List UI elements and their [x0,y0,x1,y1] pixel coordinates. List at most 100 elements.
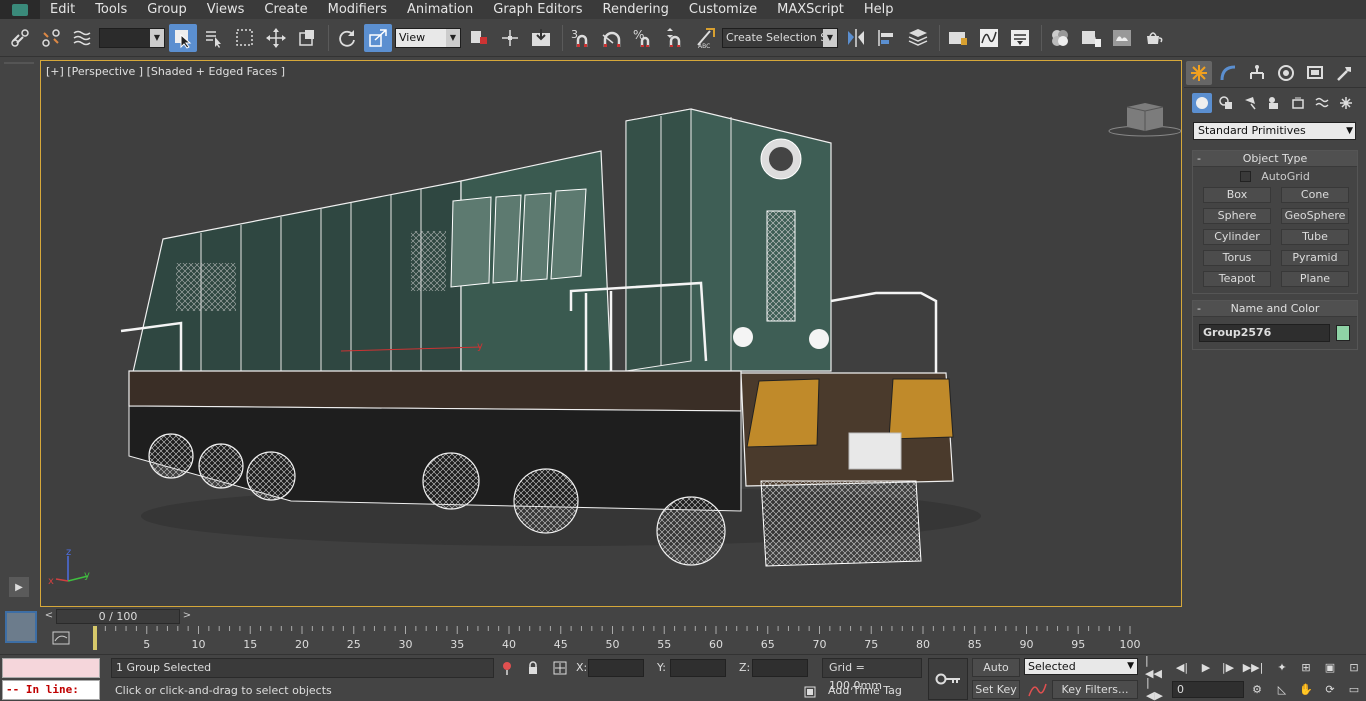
selection-filter-dropdown[interactable]: ▼ [99,27,165,48]
helpers-icon[interactable] [1288,93,1308,113]
track-ruler[interactable]: 5 10 15 20 25 30 35 40 45 50 55 60 65 70 75 80 85 90 95 100 [92,626,1182,654]
key-mode-icon[interactable] [928,658,968,700]
rect-selection-icon[interactable] [231,24,259,52]
utilities-tab-icon[interactable] [1331,61,1357,85]
cylinder-button[interactable]: Cylinder [1203,229,1271,245]
bind-space-warp-icon[interactable] [68,24,96,52]
modify-tab-icon[interactable] [1215,61,1241,85]
z-coordinate-field[interactable] [752,659,808,677]
zoom-icon[interactable]: ✦ [1272,658,1292,676]
zoom-extents-all-icon[interactable]: ⊡ [1344,658,1364,676]
time-slider[interactable]: < 0 / 100 > [40,608,1182,626]
box-button[interactable]: Box [1203,187,1271,203]
snap-icon[interactable]: 3 [567,24,595,52]
key-filter-curve-icon[interactable] [1026,680,1048,699]
perspective-viewport[interactable]: [+] [Perspective ] [Shaded + Edged Faces… [40,60,1182,607]
menu-views[interactable]: Views [197,0,255,19]
edit-named-sel-icon[interactable]: ABC [691,24,719,52]
link-icon[interactable] [6,24,34,52]
maximize-viewport-icon[interactable]: ▭ [1344,680,1364,698]
rotate-icon[interactable] [333,24,361,52]
percent-snap-icon[interactable]: % [629,24,657,52]
y-coordinate-field[interactable] [670,659,726,677]
locomotive-model[interactable]: y [41,61,1182,607]
material-editor-icon[interactable] [1046,24,1074,52]
autogrid-checkbox[interactable] [1240,170,1252,182]
pivot-icon[interactable] [465,24,493,52]
auto-key-button[interactable]: Auto Key [972,658,1020,691]
mirror-icon[interactable] [842,24,870,52]
name-color-header[interactable]: - Name and Color [1193,301,1357,317]
lights-icon[interactable] [1240,93,1260,113]
menu-maxscript[interactable]: MAXScript [767,0,854,19]
select-by-name-icon[interactable] [200,24,228,52]
angle-snap-icon[interactable] [598,24,626,52]
move-icon[interactable] [262,24,290,52]
expand-play-button[interactable]: ▶ [9,577,29,597]
menu-modifiers[interactable]: Modifiers [318,0,397,19]
play-icon[interactable]: ▶ [1196,658,1216,676]
zoom-extents-icon[interactable]: ▣ [1320,658,1340,676]
schematic-view-icon[interactable] [1006,24,1034,52]
create-tab-icon[interactable] [1186,60,1212,85]
time-slider-next[interactable]: > [181,609,193,623]
scale-active-icon[interactable] [364,23,392,52]
menu-edit[interactable]: Edit [40,0,85,19]
menu-help[interactable]: Help [854,0,904,19]
curve-editor-mini-icon[interactable] [52,630,70,646]
maxscript-listener-input[interactable] [2,658,100,678]
time-slider-thumb[interactable]: 0 / 100 [56,609,180,624]
primitive-type-dropdown[interactable]: Standard Primitives ▼ [1193,122,1356,140]
maxscript-listener-output[interactable]: -- In line: [2,680,100,700]
object-type-header[interactable]: - Object Type [1193,151,1357,167]
current-frame-field[interactable]: 0 [1172,681,1244,698]
cameras-icon[interactable] [1264,93,1284,113]
menu-tools[interactable]: Tools [85,0,137,19]
teapot-button[interactable]: Teapot [1203,271,1271,287]
key-mode-dropdown[interactable]: Selected ▼ [1024,658,1138,675]
add-time-tag[interactable]: Add Time Tag [822,682,922,700]
render-icon[interactable] [1139,24,1167,52]
tube-button[interactable]: Tube [1281,229,1349,245]
menu-graph-editors[interactable]: Graph Editors [483,0,592,19]
field-of-view-icon[interactable]: ◺ [1272,680,1292,698]
shapes-icon[interactable] [1216,93,1236,113]
plane-button[interactable]: Plane [1281,271,1349,287]
named-selection-dropdown[interactable]: Create Selection Se ▼ [722,27,838,48]
scale-icon[interactable] [293,24,321,52]
menu-animation[interactable]: Animation [397,0,483,19]
menu-rendering[interactable]: Rendering [593,0,679,19]
menu-customize[interactable]: Customize [679,0,767,19]
key-mode-toggle-icon[interactable]: |◀▶ [1146,676,1166,701]
isolate-selection-icon[interactable] [499,660,515,676]
viewport-layout-button[interactable] [5,611,37,643]
app-logo[interactable] [0,0,40,19]
selection-lock-icon[interactable] [525,660,541,676]
track-bar[interactable]: 5 10 15 20 25 30 35 40 45 50 55 60 65 70 75 80 85 90 95 100 [40,626,1182,654]
manipulate-icon[interactable] [496,24,524,52]
graphite-icon[interactable] [944,24,972,52]
time-slider-prev[interactable]: < [43,609,55,623]
absolute-mode-icon[interactable] [552,660,568,676]
space-warps-icon[interactable] [1312,93,1332,113]
hierarchy-tab-icon[interactable] [1244,61,1270,85]
align-icon[interactable] [873,24,901,52]
time-cursor[interactable] [93,626,97,650]
pyramid-button[interactable]: Pyramid [1281,250,1349,266]
select-object-icon[interactable] [169,23,197,52]
rendered-frame-icon[interactable] [1108,24,1136,52]
set-key-button[interactable]: Set Key [972,680,1020,699]
zoom-all-icon[interactable]: ⊞ [1296,658,1316,676]
spinner-snap-icon[interactable] [660,24,688,52]
keyboard-shortcut-icon[interactable] [527,24,555,52]
x-coordinate-field[interactable] [588,659,644,677]
display-tab-icon[interactable] [1302,61,1328,85]
sphere-button[interactable]: Sphere [1203,208,1271,224]
motion-tab-icon[interactable] [1273,61,1299,85]
unlink-icon[interactable] [37,24,65,52]
time-tag-icon[interactable] [802,684,818,700]
go-to-end-icon[interactable]: ▶▶| [1243,658,1264,676]
geosphere-button[interactable]: GeoSphere [1281,208,1349,224]
go-to-start-icon[interactable]: |◀◀ [1145,654,1165,680]
previous-frame-icon[interactable]: ◀| [1172,658,1192,676]
